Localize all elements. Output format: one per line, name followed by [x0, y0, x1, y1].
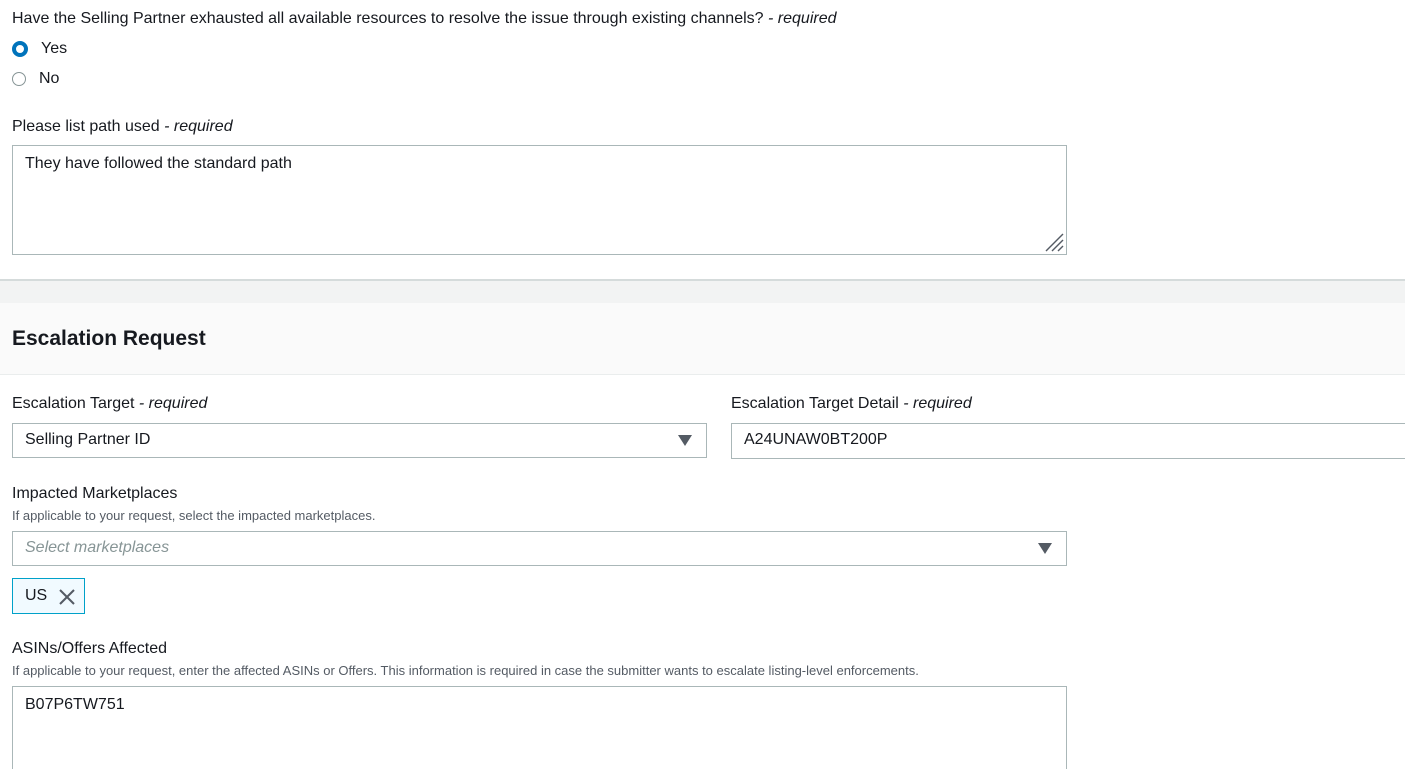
section-header [0, 303, 1405, 375]
escalation-form-page: Have the Selling Partner exhausted all a… [0, 0, 1405, 769]
radio-option-yes[interactable]: Yes [12, 38, 67, 60]
section-title: Escalation Request [12, 327, 206, 350]
marketplace-token-us: US [12, 578, 85, 614]
impacted-marketplaces-label: Impacted Marketplaces [12, 485, 178, 502]
required-marker: - required [138, 395, 208, 412]
asins-affected-hint: If applicable to your request, enter the… [12, 663, 919, 678]
path-used-label-text: Please list path used [12, 118, 160, 135]
escalation-target-selected-value: Selling Partner ID [25, 431, 151, 448]
asins-affected-label: ASINs/Offers Affected [12, 640, 168, 657]
escalation-target-detail-input[interactable]: A24UNAW0BT200P [731, 423, 1405, 459]
escalation-target-detail-label-text: Escalation Target Detail [731, 395, 899, 412]
radio-yes-label[interactable]: Yes [41, 39, 67, 59]
section-divider [0, 279, 1405, 303]
path-used-textarea[interactable]: They have followed the standard path [12, 145, 1067, 255]
escalation-target-label-text: Escalation Target [12, 395, 135, 412]
radio-no[interactable] [12, 72, 26, 86]
radio-option-no[interactable]: No [12, 68, 59, 90]
token-label: US [25, 587, 48, 604]
exhausted-question-label: Have the Selling Partner exhausted all a… [12, 9, 837, 29]
path-used-value: They have followed the standard path [25, 155, 292, 172]
required-marker: - required [903, 395, 972, 412]
escalation-target-select[interactable]: Selling Partner ID [12, 423, 707, 458]
asins-affected-textarea[interactable]: B07P6TW751 [12, 686, 1067, 769]
required-marker: - required [164, 118, 233, 135]
escalation-target-detail-label: Escalation Target Detail - required [731, 394, 972, 414]
resize-grip-icon[interactable] [1042, 230, 1064, 252]
exhausted-question-text: Have the Selling Partner exhausted all a… [12, 10, 764, 27]
asins-affected-value: B07P6TW751 [25, 696, 125, 713]
close-icon[interactable] [58, 588, 76, 606]
escalation-target-label: Escalation Target - required [12, 394, 207, 414]
marketplaces-multiselect[interactable]: Select marketplaces [12, 531, 1067, 566]
impacted-marketplaces-hint: If applicable to your request, select th… [12, 508, 376, 523]
escalation-target-detail-value: A24UNAW0BT200P [744, 431, 888, 448]
radio-no-label[interactable]: No [39, 69, 59, 89]
marketplaces-placeholder: Select marketplaces [25, 539, 170, 556]
path-used-label: Please list path used - required [12, 117, 233, 137]
radio-yes[interactable] [12, 41, 28, 57]
dropdown-caret-icon [678, 435, 692, 446]
dropdown-caret-icon [1038, 543, 1052, 554]
required-marker: - required [768, 10, 837, 27]
